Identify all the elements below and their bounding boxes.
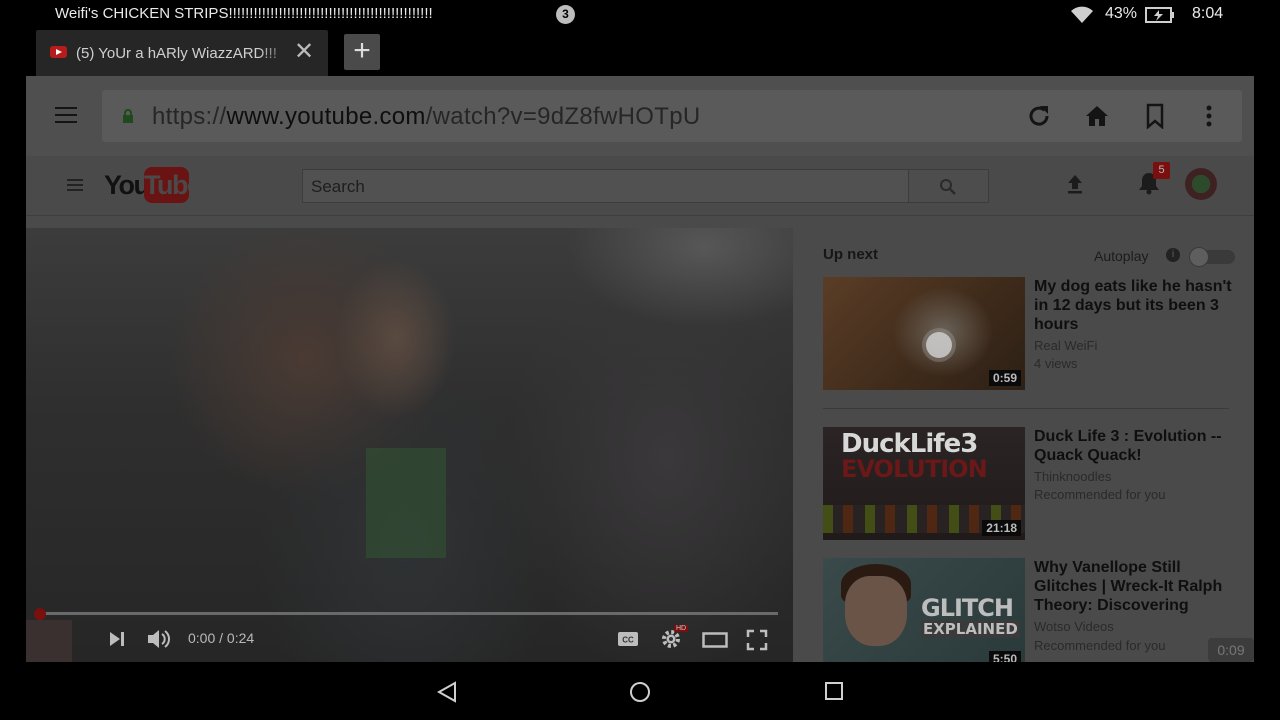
notification-title: Weifi's CHICKEN STRIPS!!!!!!!!!!!!!!!!!!… bbox=[55, 5, 433, 22]
time-display: 0:00 / 0:24 bbox=[188, 630, 255, 646]
video-duration: 21:18 bbox=[982, 520, 1021, 536]
upload-icon[interactable] bbox=[1066, 173, 1084, 195]
video-title[interactable]: Duck Life 3 : Evolution -- Quack Quack! bbox=[1034, 427, 1239, 465]
tab-strip: (5) YoUr a hARly WiazzARD!!! ✕ + bbox=[0, 28, 1280, 76]
address-bar[interactable]: https://www.youtube.com/watch?v=9dZ8fwHO… bbox=[102, 90, 1242, 142]
thumbnail-text: GLITCH bbox=[921, 594, 1014, 622]
notification-count-badge: 3 bbox=[556, 5, 575, 24]
avatar[interactable] bbox=[1185, 168, 1217, 200]
video-player[interactable]: 0:00 / 0:24 CC HD bbox=[26, 228, 793, 662]
browser-menu-icon[interactable] bbox=[55, 107, 77, 125]
guide-menu-icon[interactable] bbox=[67, 179, 83, 191]
thumbnail-text: EXPLAINED bbox=[921, 620, 1020, 638]
video-duration: 5:50 bbox=[988, 651, 1021, 662]
theater-mode-icon[interactable] bbox=[702, 632, 728, 648]
home-icon[interactable] bbox=[1084, 103, 1110, 129]
status-bar: Weifi's CHICKEN STRIPS!!!!!!!!!!!!!!!!!!… bbox=[0, 0, 1280, 28]
more-options-icon[interactable] bbox=[1205, 103, 1213, 129]
lock-icon bbox=[123, 109, 133, 123]
new-tab-button[interactable]: + bbox=[344, 34, 380, 70]
video-thumbnail[interactable]: GLITCH EXPLAINED 5:50 bbox=[823, 558, 1025, 662]
video-channel: Real WeiFi bbox=[1034, 338, 1098, 353]
tab-close-icon[interactable]: ✕ bbox=[294, 40, 314, 64]
list-item[interactable]: DuckLife3 EVOLUTION 21:18 Duck Life 3 : … bbox=[823, 427, 1243, 541]
browser-tab[interactable]: (5) YoUr a hARly WiazzARD!!! ✕ bbox=[36, 30, 328, 76]
video-title[interactable]: My dog eats like he hasn't in 12 days bu… bbox=[1034, 277, 1239, 334]
up-next-rail: Up next Autoplay i 0:59 My dog eats like… bbox=[806, 228, 1254, 662]
video-meta: Recommended for you bbox=[1034, 638, 1166, 653]
notification-count-badge: 5 bbox=[1153, 162, 1170, 179]
search-input[interactable]: Search bbox=[302, 169, 910, 203]
progress-scrubber[interactable] bbox=[34, 608, 46, 620]
url-path: /watch?v=9dZ8fwHOTpU bbox=[425, 103, 701, 130]
wifi-icon bbox=[1071, 6, 1093, 23]
autoplay-toggle[interactable] bbox=[1189, 247, 1235, 267]
url-protocol: https:// bbox=[152, 103, 227, 130]
info-icon[interactable]: i bbox=[1166, 248, 1180, 262]
video-thumbnail[interactable]: 0:59 bbox=[823, 277, 1025, 390]
recents-icon[interactable] bbox=[824, 681, 844, 701]
fullscreen-icon[interactable] bbox=[746, 629, 768, 651]
search-icon bbox=[940, 179, 956, 195]
video-duration: 0:59 bbox=[988, 370, 1021, 386]
divider bbox=[823, 408, 1229, 409]
video-channel: Thinknoodles bbox=[1034, 469, 1112, 484]
volume-icon[interactable] bbox=[146, 628, 170, 650]
video-thumbnail[interactable]: DuckLife3 EVOLUTION 21:18 bbox=[823, 427, 1025, 540]
video-title[interactable]: Why Vanellope Still Glitches | Wreck-It … bbox=[1034, 558, 1239, 615]
captions-icon[interactable]: CC bbox=[617, 631, 639, 647]
video-channel: Wotso Videos bbox=[1034, 619, 1114, 634]
back-icon[interactable] bbox=[436, 681, 458, 703]
navigation-bar bbox=[0, 662, 1280, 720]
autoplay-label: Autoplay bbox=[1094, 248, 1149, 264]
player-controls: 0:00 / 0:24 CC HD bbox=[26, 622, 793, 662]
next-icon[interactable] bbox=[108, 630, 126, 648]
autoplay-toggle-knob bbox=[1189, 247, 1209, 267]
reload-icon[interactable] bbox=[1026, 103, 1052, 129]
thumbnail-text: EVOLUTION bbox=[841, 455, 988, 483]
video-meta: 4 views bbox=[1034, 356, 1078, 371]
battery-charging-icon bbox=[1145, 7, 1174, 23]
list-item[interactable]: 0:59 My dog eats like he hasn't in 12 da… bbox=[823, 277, 1243, 391]
hd-badge: HD bbox=[674, 625, 689, 632]
url-text: https://www.youtube.com/watch?v=9dZ8fwHO… bbox=[152, 103, 700, 131]
video-frame[interactable] bbox=[26, 228, 793, 662]
progress-bar[interactable] bbox=[40, 612, 778, 615]
youtube-header: You Tube Search 5 bbox=[26, 156, 1254, 216]
page-viewport: https://www.youtube.com/watch?v=9dZ8fwHO… bbox=[26, 76, 1254, 662]
touch-indicator bbox=[926, 332, 952, 358]
video-meta: Recommended for you bbox=[1034, 487, 1166, 502]
home-nav-icon[interactable] bbox=[629, 681, 651, 703]
search-button[interactable] bbox=[908, 169, 989, 203]
clock: 8:04 bbox=[1192, 5, 1224, 22]
search-placeholder: Search bbox=[311, 177, 365, 196]
url-host: www.youtube.com bbox=[226, 103, 426, 130]
tab-title: (5) YoUr a hARly WiazzARD!!! bbox=[76, 45, 277, 62]
youtube-favicon-icon bbox=[50, 46, 67, 58]
recording-timer: 0:09 bbox=[1208, 638, 1254, 662]
list-item[interactable]: GLITCH EXPLAINED 5:50 Why Vanellope Stil… bbox=[823, 558, 1243, 662]
browser-toolbar: https://www.youtube.com/watch?v=9dZ8fwHO… bbox=[26, 76, 1254, 156]
battery-percent: 43% bbox=[1105, 5, 1138, 22]
svg-text:CC: CC bbox=[622, 636, 634, 645]
up-next-label: Up next bbox=[823, 246, 879, 263]
bookmark-icon[interactable] bbox=[1144, 103, 1166, 129]
